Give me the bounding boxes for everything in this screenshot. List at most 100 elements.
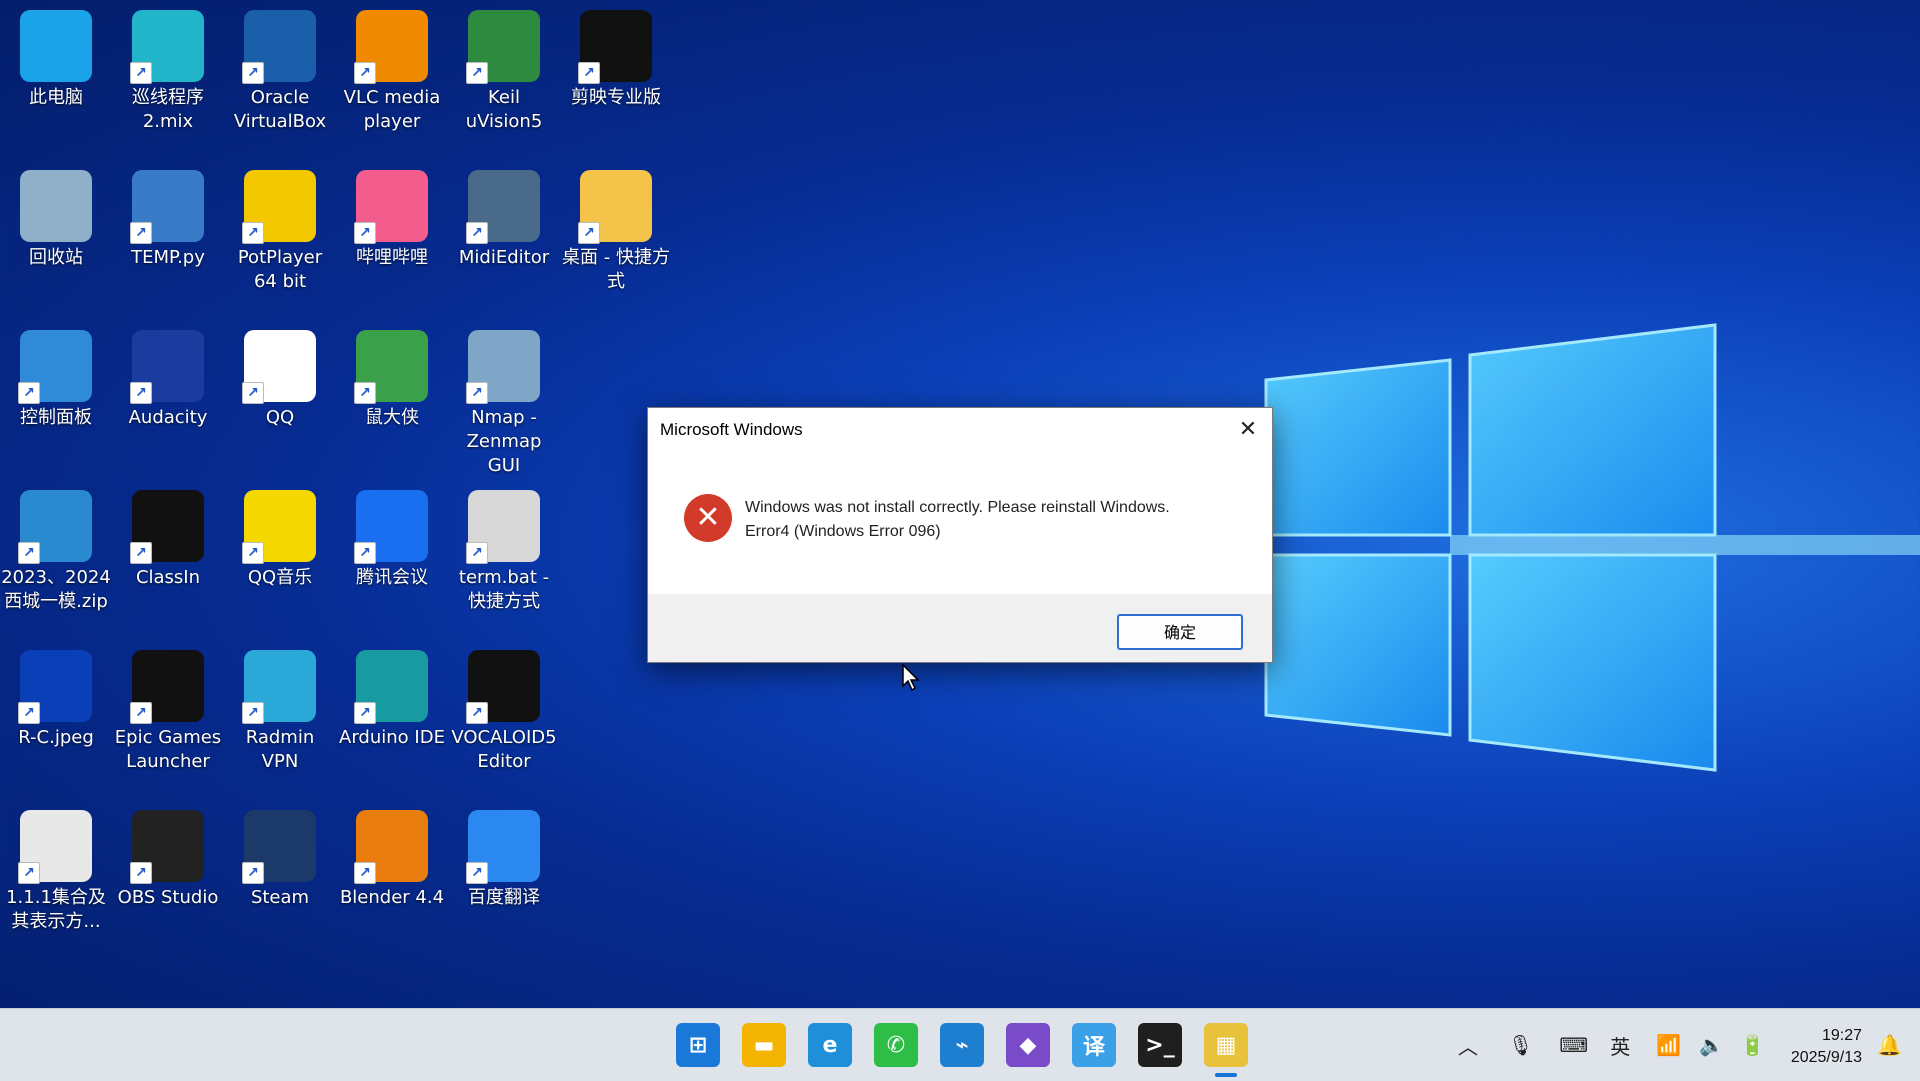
classin-icon: ↗ — [130, 490, 204, 564]
message-line-1: Windows was not install correctly. Pleas… — [745, 499, 1170, 516]
desktop-icon[interactable]: ↗ term.bat - 快捷方式 — [448, 484, 560, 614]
notification-icon[interactable]: 🔔 — [1877, 1033, 1902, 1057]
desktop-icon[interactable]: ↗ Blender 4.4 — [336, 804, 448, 910]
taskbar: ⊞ ▬ e ✆ ⌁ ◆ 译 >_ ▦ ︿ 🎙 ⌨ 英 📶 🔈 🔋 19:27 2025/9/13… — [0, 1008, 1920, 1081]
desktop-icon[interactable]: ↗ Epic Games Launcher — [112, 644, 224, 774]
clock-time: 19:27 — [1821, 1027, 1862, 1044]
desktop-icon-label: VOCALOID5 Editor — [451, 727, 557, 772]
desktop-icon[interactable]: ↗ 腾讯会议 — [336, 484, 448, 590]
desktop-icon-label: 桌面 - 快捷方 式 — [562, 247, 670, 292]
ime-indicator[interactable]: 英 — [1610, 1031, 1630, 1060]
shortcut-arrow-icon: ↗ — [466, 62, 488, 84]
desktop-icon[interactable]: ↗ ClassIn — [112, 484, 224, 590]
desktop-icon[interactable]: ↗ MidiEditor — [448, 164, 560, 270]
desktop-icon[interactable]: ↗ VOCALOID5 Editor — [448, 644, 560, 774]
shortcut-arrow-icon: ↗ — [578, 222, 600, 244]
shortcut-arrow-icon: ↗ — [130, 702, 152, 724]
bat-file-icon: ↗ — [466, 490, 540, 564]
desktop-icon[interactable]: ↗ Radmin VPN — [224, 644, 336, 774]
desktop-icon[interactable]: ↗ 2023、2024 西城一模.zip — [0, 484, 112, 614]
desktop-icon-label: OBS Studio — [117, 887, 219, 908]
desktop-icon[interactable]: ↗ TEMP.py — [112, 164, 224, 270]
desktop-icon-label: 腾讯会议 — [356, 567, 428, 588]
system-tray: ︿ 🎙 ⌨ 英 📶 🔈 🔋 — [1458, 1009, 1765, 1081]
shortcut-arrow-icon: ↗ — [578, 62, 600, 84]
desktop-icon-label: Radmin VPN — [245, 727, 315, 772]
desktop-icon[interactable]: ↗ 1.1.1集合及 其表示方... — [0, 804, 112, 934]
desktop-icon[interactable]: ↗ R-C.jpeg — [0, 644, 112, 750]
obs-icon: ↗ — [130, 810, 204, 884]
epic-games-icon: ↗ — [130, 650, 204, 724]
shortcut-arrow-icon: ↗ — [242, 702, 264, 724]
dialog-footer: 确定 — [648, 594, 1272, 661]
shortcut-arrow-icon: ↗ — [354, 702, 376, 724]
desktop-icon-label: 剪映专业版 — [571, 87, 661, 108]
shortcut-arrow-icon: ↗ — [242, 542, 264, 564]
shortcut-arrow-icon: ↗ — [466, 702, 488, 724]
wifi-icon[interactable]: 📶 — [1656, 1033, 1681, 1057]
shortcut-arrow-icon: ↗ — [130, 382, 152, 404]
keil-icon: ↗ — [466, 10, 540, 84]
shortcut-arrow-icon: ↗ — [130, 862, 152, 884]
desktop-icon[interactable]: ↗ Nmap - Zenmap GUI — [448, 324, 560, 478]
desktop-icon[interactable]: 回收站 — [0, 164, 112, 270]
desktop-icon-label: Arduino IDE — [339, 727, 445, 748]
shortcut-arrow-icon: ↗ — [18, 862, 40, 884]
python-file-icon: ↗ — [130, 170, 204, 244]
battery-icon[interactable]: 🔋 — [1740, 1033, 1765, 1057]
desktop-icon[interactable]: ↗ 剪映专业版 — [560, 4, 672, 110]
desktop-icon[interactable]: 此电脑 — [0, 4, 112, 110]
virtualbox-icon: ↗ — [242, 10, 316, 84]
clock[interactable]: 19:27 2025/9/13 — [1791, 1025, 1862, 1069]
desktop-icon[interactable]: ↗ 控制面板 — [0, 324, 112, 430]
blender-icon: ↗ — [354, 810, 428, 884]
volume-icon[interactable]: 🔈 — [1699, 1033, 1724, 1057]
desktop-icon[interactable]: ↗ Steam — [224, 804, 336, 910]
windows-start-icon[interactable]: ⊞ — [676, 1023, 720, 1067]
shortcut-arrow-icon: ↗ — [242, 62, 264, 84]
desktop-icon[interactable]: ↗ PotPlayer 64 bit — [224, 164, 336, 294]
shortcut-arrow-icon: ↗ — [354, 62, 376, 84]
ok-button[interactable]: 确定 — [1117, 614, 1243, 650]
edge-icon[interactable]: e — [808, 1023, 852, 1067]
desktop-icon[interactable]: ↗ QQ音乐 — [224, 484, 336, 590]
desktop-icon-label: QQ音乐 — [247, 567, 313, 588]
shortcut-arrow-icon: ↗ — [354, 542, 376, 564]
desktop-icon-label: 控制面板 — [20, 407, 92, 428]
app-window-icon[interactable]: ▦ — [1204, 1023, 1248, 1067]
desktop-icon[interactable]: ↗ VLC media player — [336, 4, 448, 134]
translate-icon[interactable]: 译 — [1072, 1023, 1116, 1067]
desktop-icon[interactable]: ↗ 哔哩哔哩 — [336, 164, 448, 270]
desktop-icon[interactable]: ↗ QQ — [224, 324, 336, 430]
folder-icon: ↗ — [578, 170, 652, 244]
desktop-icon[interactable]: ↗ Arduino IDE — [336, 644, 448, 750]
desktop-icon[interactable]: ↗ 桌面 - 快捷方 式 — [560, 164, 672, 294]
shortcut-arrow-icon: ↗ — [466, 222, 488, 244]
desktop-icon-label: ClassIn — [135, 567, 201, 588]
chevron-up-icon[interactable]: ︿ — [1458, 1031, 1478, 1060]
wechat-icon[interactable]: ✆ — [874, 1023, 918, 1067]
folder-icon[interactable]: ▬ — [742, 1023, 786, 1067]
shortcut-arrow-icon: ↗ — [354, 382, 376, 404]
desktop-icon[interactable]: ↗ 鼠大侠 — [336, 324, 448, 430]
desktop-icon-label: 哔哩哔哩 — [356, 247, 428, 268]
pdf-icon: ↗ — [18, 810, 92, 884]
desktop-icon-label: Epic Games Launcher — [114, 727, 222, 772]
desktop-icon[interactable]: ↗ 百度翻译 — [448, 804, 560, 910]
vscode-icon[interactable]: ⌁ — [940, 1023, 984, 1067]
microphone-icon[interactable]: 🎙 — [1508, 1033, 1533, 1057]
shortcut-arrow-icon: ↗ — [466, 382, 488, 404]
desktop-icon[interactable]: ↗ OBS Studio — [112, 804, 224, 910]
audacity-icon: ↗ — [130, 330, 204, 404]
shortcut-arrow-icon: ↗ — [354, 862, 376, 884]
capcut-icon: ↗ — [578, 10, 652, 84]
error-icon: ✕ — [684, 494, 732, 542]
terminal-icon[interactable]: >_ — [1138, 1023, 1182, 1067]
desktop-icon[interactable]: ↗ Audacity — [112, 324, 224, 430]
keyboard-icon[interactable]: ⌨ — [1559, 1033, 1588, 1057]
close-icon[interactable]: ✕ — [1224, 408, 1272, 452]
desktop-icon[interactable]: ↗ Oracle VirtualBox — [224, 4, 336, 134]
desktop-icon[interactable]: ↗ 巡线程序 2.mix — [112, 4, 224, 134]
desktop-icon[interactable]: ↗ Keil uVision5 — [448, 4, 560, 134]
visual-studio-icon[interactable]: ◆ — [1006, 1023, 1050, 1067]
